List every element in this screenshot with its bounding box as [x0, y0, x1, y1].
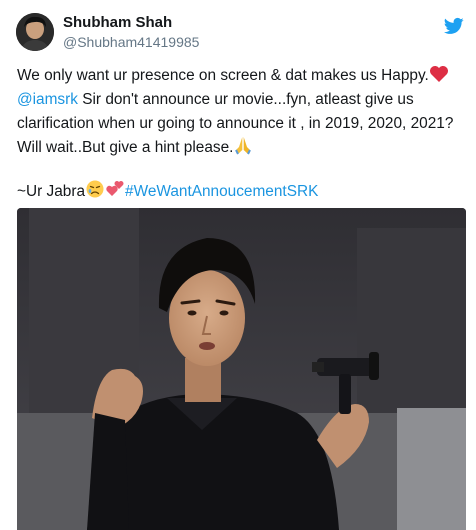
folded-hands-icon [233, 136, 253, 163]
tweet-line-4: Will wait..But give a hint please. [17, 136, 469, 160]
tweet-line4-text: Will wait..But give a hint please. [17, 139, 234, 156]
tweet-card: Shubham Shah @Shubham41419985 We only wa… [0, 0, 476, 530]
tweet-line-6: ~Ur Jabra #WeWantAnnoucementSRK [17, 179, 469, 203]
red-heart-icon [429, 65, 449, 91]
tweet-line-3: clarification when ur going to announce … [17, 115, 454, 132]
display-name[interactable]: Shubham Shah [63, 14, 172, 31]
sad-face-icon [85, 179, 105, 207]
avatar[interactable] [16, 13, 54, 51]
signoff-text: ~Ur Jabra [17, 183, 86, 200]
user-handle[interactable]: @Shubham41419985 [63, 34, 199, 50]
mention-link[interactable]: @iamsrk [17, 91, 78, 108]
twitter-bird-icon[interactable] [444, 16, 464, 36]
tweet-line1-text: We only want ur presence on screen & dat… [17, 67, 429, 84]
tweet-photo[interactable] [17, 208, 466, 530]
two-hearts-icon [105, 179, 125, 207]
tweet-text: We only want ur presence on screen & dat… [17, 64, 469, 203]
tweet-line-2: @iamsrk Sir don't announce ur movie...fy… [17, 88, 469, 112]
tweet-line-1: We only want ur presence on screen & dat… [17, 64, 469, 88]
tweet-line2-text: Sir don't announce ur movie...fyn, atlea… [77, 91, 414, 108]
hashtag-link[interactable]: #WeWantAnnoucementSRK [125, 183, 318, 200]
